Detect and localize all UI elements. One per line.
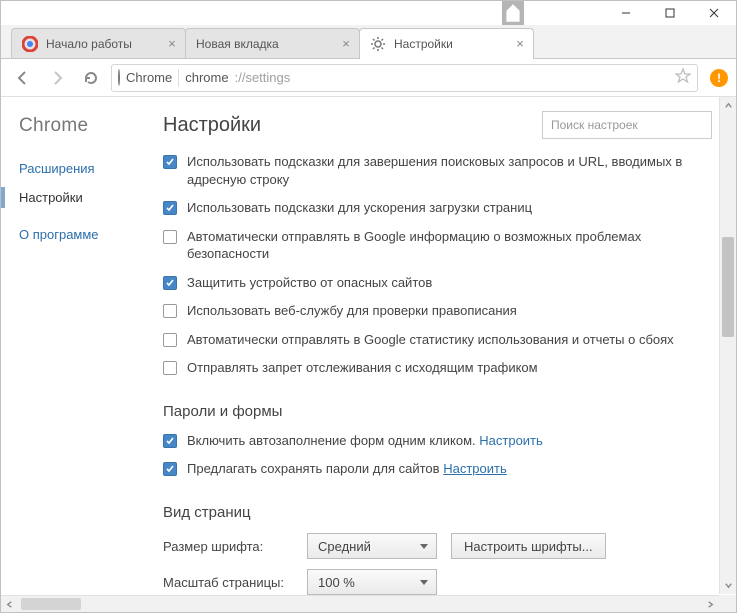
section-passwords-title: Пароли и формы xyxy=(163,403,712,420)
option-row: Защитить устройство от опасных сайтов xyxy=(163,274,712,292)
back-button[interactable] xyxy=(9,64,37,92)
select-value: Средний xyxy=(318,539,371,554)
sidebar-item-extensions[interactable]: Расширения xyxy=(19,161,151,176)
addr-path: ://settings xyxy=(235,70,291,85)
settings-search-input[interactable]: Поиск настроек xyxy=(542,111,712,139)
font-size-row: Размер шрифта: Средний Настроить шрифты.… xyxy=(163,533,712,559)
checkbox[interactable] xyxy=(163,276,177,290)
option-label: Отправлять запрет отслеживания с исходящ… xyxy=(187,359,712,377)
option-row: Автоматически отправлять в Google статис… xyxy=(163,331,712,349)
reload-button[interactable] xyxy=(77,64,105,92)
addr-host: chrome xyxy=(185,70,228,85)
checkbox[interactable] xyxy=(163,304,177,318)
close-icon[interactable]: × xyxy=(339,36,353,50)
scroll-up-icon[interactable] xyxy=(720,97,736,114)
option-label: Автоматически отправлять в Google статис… xyxy=(187,331,712,349)
customize-fonts-button[interactable]: Настроить шрифты... xyxy=(451,533,606,559)
option-label: Предлагать сохранять пароли для сайтов Н… xyxy=(187,460,712,478)
option-row: Использовать подсказки для ускорения заг… xyxy=(163,199,712,217)
option-text: Включить автозаполнение форм одним клико… xyxy=(187,433,476,448)
page-title: Настройки xyxy=(163,114,261,137)
close-icon[interactable]: × xyxy=(513,36,527,50)
tab-new[interactable]: Новая вкладка × xyxy=(185,28,360,58)
close-icon[interactable]: × xyxy=(165,36,179,50)
option-row: Предлагать сохранять пароли для сайтов Н… xyxy=(163,460,712,478)
tab-strip: Начало работы × Новая вкладка × Настройк… xyxy=(1,25,736,59)
option-row: Отправлять запрет отслеживания с исходящ… xyxy=(163,359,712,377)
scroll-down-icon[interactable] xyxy=(720,577,736,594)
tab-getting-started[interactable]: Начало работы × xyxy=(11,28,186,58)
scroll-left-icon[interactable] xyxy=(1,596,18,612)
window-minimize-button[interactable] xyxy=(604,1,648,25)
option-row: Включить автозаполнение форм одним клико… xyxy=(163,432,712,450)
option-label: Автоматически отправлять в Google информ… xyxy=(187,228,712,263)
forward-button[interactable] xyxy=(43,64,71,92)
configure-link[interactable]: Настроить xyxy=(443,461,507,476)
sidebar: Chrome Расширения Настройки О программе xyxy=(1,97,151,612)
button-label: Настроить шрифты... xyxy=(464,539,593,554)
settings-main: Настройки Поиск настроек Использовать по… xyxy=(151,97,736,612)
select-value: 100 % xyxy=(318,575,355,590)
titlebar xyxy=(1,1,736,25)
page-head: Настройки Поиск настроек xyxy=(163,111,712,139)
search-placeholder: Поиск настроек xyxy=(551,118,638,132)
checkbox[interactable] xyxy=(163,230,177,244)
chevron-down-icon xyxy=(420,544,428,549)
profile-badge[interactable] xyxy=(502,1,524,25)
font-size-label: Размер шрифта: xyxy=(163,539,293,554)
separator xyxy=(178,69,179,87)
tab-label: Настройки xyxy=(394,37,453,51)
globe-icon xyxy=(118,70,120,85)
option-label: Включить автозаполнение форм одним клико… xyxy=(187,432,712,450)
section-appearance-title: Вид страниц xyxy=(163,504,712,521)
option-row: Использовать подсказки для завершения по… xyxy=(163,153,712,188)
scrollbar-corner xyxy=(719,595,736,612)
checkbox[interactable] xyxy=(163,361,177,375)
tab-label: Начало работы xyxy=(46,37,132,51)
vertical-scrollbar[interactable] xyxy=(719,97,736,594)
scroll-right-icon[interactable] xyxy=(702,596,719,612)
bookmark-star-icon[interactable] xyxy=(675,68,691,87)
content-area: Chrome Расширения Настройки О программе … xyxy=(1,97,736,612)
checkbox[interactable] xyxy=(163,462,177,476)
zoom-label: Масштаб страницы: xyxy=(163,575,293,590)
toolbar: Chrome chrome ://settings ! xyxy=(1,59,736,97)
horizontal-scrollbar[interactable] xyxy=(1,595,719,612)
browser-window: Начало работы × Новая вкладка × Настройк… xyxy=(0,0,737,613)
sidebar-item-settings[interactable]: Настройки xyxy=(19,190,151,205)
chevron-down-icon xyxy=(420,580,428,585)
checkbox[interactable] xyxy=(163,434,177,448)
tab-settings[interactable]: Настройки × xyxy=(359,28,534,58)
zoom-select[interactable]: 100 % xyxy=(307,569,437,595)
notification-badge[interactable]: ! xyxy=(710,69,728,87)
option-row: Использовать веб-службу для проверки пра… xyxy=(163,302,712,320)
font-size-select[interactable]: Средний xyxy=(307,533,437,559)
checkbox[interactable] xyxy=(163,155,177,169)
option-label: Защитить устройство от опасных сайтов xyxy=(187,274,712,292)
window-close-button[interactable] xyxy=(692,1,736,25)
checkbox[interactable] xyxy=(163,201,177,215)
brand-label: Chrome xyxy=(19,115,151,137)
zoom-row: Масштаб страницы: 100 % xyxy=(163,569,712,595)
option-row: Автоматически отправлять в Google информ… xyxy=(163,228,712,263)
tab-label: Новая вкладка xyxy=(196,37,279,51)
option-text: Предлагать сохранять пароли для сайтов xyxy=(187,461,440,476)
option-label: Использовать подсказки для завершения по… xyxy=(187,153,712,188)
checkbox[interactable] xyxy=(163,333,177,347)
option-label: Использовать подсказки для ускорения заг… xyxy=(187,199,712,217)
origin-label: Chrome xyxy=(126,70,172,85)
window-maximize-button[interactable] xyxy=(648,1,692,25)
sidebar-item-about[interactable]: О программе xyxy=(19,227,151,242)
gear-icon xyxy=(370,36,386,52)
address-bar[interactable]: Chrome chrome ://settings xyxy=(111,64,698,92)
chrome-icon xyxy=(22,36,38,52)
option-label: Использовать веб-службу для проверки пра… xyxy=(187,302,712,320)
configure-link[interactable]: Настроить xyxy=(479,433,543,448)
scroll-thumb[interactable] xyxy=(21,598,81,610)
scroll-thumb[interactable] xyxy=(722,237,734,337)
